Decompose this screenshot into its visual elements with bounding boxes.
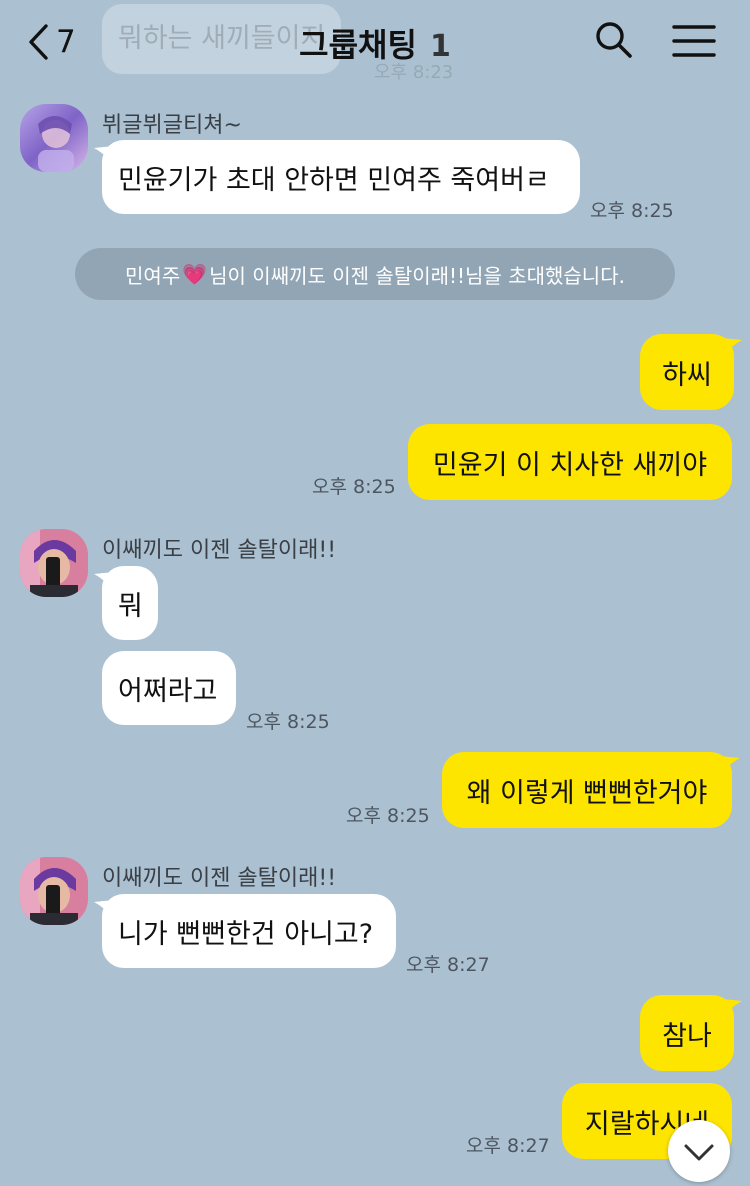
chat-title-area: 그룹채팅 1	[0, 20, 750, 66]
scroll-to-bottom-button[interactable]	[668, 1120, 730, 1182]
message-bubble[interactable]: 민윤기가 초대 안하면 민여주 죽여버ㄹ	[102, 140, 580, 214]
system-notice: 민여주 💗 님이 이쌔끼도 이젠 솔탈이래!!님을 초대했습니다.	[75, 248, 675, 300]
sender-name: 뷔글뷔글티쳐~	[102, 113, 242, 138]
message-time: 오후 8:25	[246, 711, 330, 733]
message-bubble[interactable]: 니가 뻔뻔한건 아니고?	[102, 894, 396, 968]
my-message-bubble[interactable]: 참나	[640, 995, 734, 1071]
sender-name: 이쌔끼도 이젠 솔탈이래!!	[102, 538, 337, 563]
back-chevron-icon	[29, 24, 48, 60]
my-message-bubble[interactable]: 민윤기 이 치사한 새끼야	[408, 424, 732, 500]
avatar[interactable]	[20, 857, 88, 925]
chat-title: 그룹채팅	[299, 26, 417, 64]
message-text: 하씨	[662, 359, 712, 391]
message-text: 어쩌라고	[118, 675, 218, 707]
back-unread-count: 7	[56, 24, 76, 60]
search-icon	[596, 22, 632, 58]
search-button[interactable]	[594, 20, 634, 60]
chat-header: 7 그룹채팅 1	[0, 0, 750, 90]
my-message-bubble[interactable]: 하씨	[640, 334, 734, 410]
message-text: 니가 뻔뻔한건 아니고?	[118, 918, 374, 950]
bubble-tail	[720, 756, 740, 774]
message-text: 왜 이렇게 뻔뻔한거야	[466, 777, 708, 809]
member-count: 1	[429, 29, 451, 64]
avatar[interactable]	[20, 104, 88, 172]
message-bubble[interactable]: 어쩌라고	[102, 651, 236, 725]
message-time: 오후 8:27	[466, 1135, 550, 1157]
message-time: 오후 8:25	[590, 200, 674, 222]
notice-inviter: 민여주	[125, 263, 181, 288]
notice-text: 님이 이쌔끼도 이젠 솔탈이래!!님을 초대했습니다.	[209, 263, 625, 288]
message-text: 뭐	[118, 590, 143, 622]
message-text: 민윤기 이 치사한 새끼야	[432, 449, 708, 481]
message-text: 민윤기가 초대 안하면 민여주 죽여버ㄹ	[118, 164, 550, 196]
bubble-tail	[722, 999, 742, 1017]
message-time: 오후 8:25	[312, 476, 396, 498]
heart-emoji: 💗	[182, 262, 208, 286]
message-text: 참나	[662, 1020, 712, 1052]
my-message-bubble[interactable]: 왜 이렇게 뻔뻔한거야	[442, 752, 732, 828]
message-time: 오후 8:27	[406, 954, 490, 976]
sender-name: 이쌔끼도 이젠 솔탈이래!!	[102, 866, 337, 891]
message-time: 오후 8:25	[346, 805, 430, 827]
back-button[interactable]: 7	[26, 18, 76, 66]
menu-button[interactable]	[672, 22, 716, 60]
chevron-down-icon	[684, 1144, 714, 1161]
menu-icon	[672, 25, 716, 57]
message-bubble[interactable]: 뭐	[102, 566, 158, 640]
avatar[interactable]	[20, 529, 88, 597]
bubble-tail	[722, 338, 742, 356]
